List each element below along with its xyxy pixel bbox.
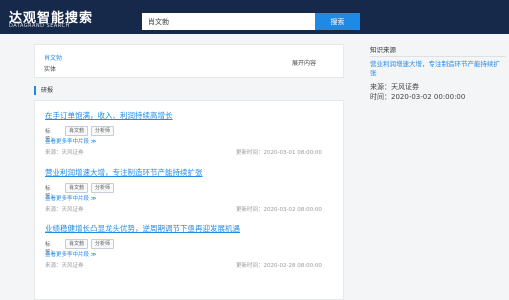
result-source: 来源：天风证券 (45, 263, 84, 269)
knowledge-heading: 知识来源 (370, 46, 396, 54)
tag-chip[interactable]: 分析师 (91, 126, 115, 136)
tag-chip[interactable]: 分析师 (91, 183, 115, 193)
list-item: 业绩稳健增长凸显龙头优势，逆周期调节下亟再迎发展机遇 标签： 肖文勃 分析师 查… (45, 223, 335, 269)
knowledge-source: 来源：天风证券 (370, 83, 419, 91)
search-button[interactable]: 搜索 (315, 13, 360, 30)
search-input[interactable] (142, 13, 315, 30)
results-list: 在手订单饱满，收入、利润持续高增长 标签： 肖文勃 分析师 查看更多李中片段 ≫… (34, 100, 344, 300)
tag-chip[interactable]: 肖文勃 (65, 183, 89, 193)
view-more-link[interactable]: 查看更多李中片段 ≫ (45, 137, 97, 145)
result-time: 更新时间：2020-03-01 08:00:00 (236, 150, 322, 156)
result-title-link[interactable]: 业绩稳健增长凸显龙头优势，逆周期调节下亟再迎发展机遇 (45, 223, 335, 234)
list-item: 在手订单饱满，收入、利润持续高增长 标签： 肖文勃 分析师 查看更多李中片段 ≫… (45, 110, 335, 156)
divider (370, 56, 505, 57)
result-title-link[interactable]: 在手订单饱满，收入、利润持续高增长 (45, 110, 335, 121)
view-more-link[interactable]: 查看更多李中片段 ≫ (45, 194, 97, 202)
tag-chip[interactable]: 肖文勃 (65, 239, 89, 249)
result-source: 来源：天风证券 (45, 207, 84, 213)
expand-content-button[interactable]: 展开内容 (292, 58, 316, 67)
logo-subtitle: DATAGRAND SEARCH (9, 23, 70, 29)
view-more-link[interactable]: 查看更多李中片段 ≫ (45, 250, 97, 258)
entity-name-link[interactable]: 肖文勃 (44, 53, 62, 62)
knowledge-time: 时间：2020-03-02 00:00:00 (370, 93, 466, 101)
entity-card: 肖文勃 实体 展开内容 (34, 44, 344, 78)
list-item: 营业利润增速大增，专注制造环节产能持续扩张 标签： 肖文勃 分析师 查看更多李中… (45, 167, 335, 213)
knowledge-title-link[interactable]: 营业利润增速大增，专注制造环节产能持续扩张 (370, 60, 506, 78)
result-time: 更新时间：2020-02-28 08:00:00 (236, 263, 322, 269)
result-title-link[interactable]: 营业利润增速大增，专注制造环节产能持续扩张 (45, 167, 335, 178)
tag-chip[interactable]: 肖文勃 (65, 126, 89, 136)
main-content: 肖文勃 实体 展开内容 研报 在手订单饱满，收入、利润持续高增长 标签： 肖文勃… (34, 44, 344, 300)
result-source: 来源：天风证券 (45, 150, 84, 156)
section-title: 研报 (34, 86, 53, 95)
top-bar: 达观智能搜索 DATAGRAND SEARCH 搜索 (0, 0, 509, 34)
entity-type: 实体 (44, 66, 57, 73)
tag-chip[interactable]: 分析师 (91, 239, 115, 249)
result-time: 更新时间：2020-03-02 08:00:00 (236, 207, 322, 213)
